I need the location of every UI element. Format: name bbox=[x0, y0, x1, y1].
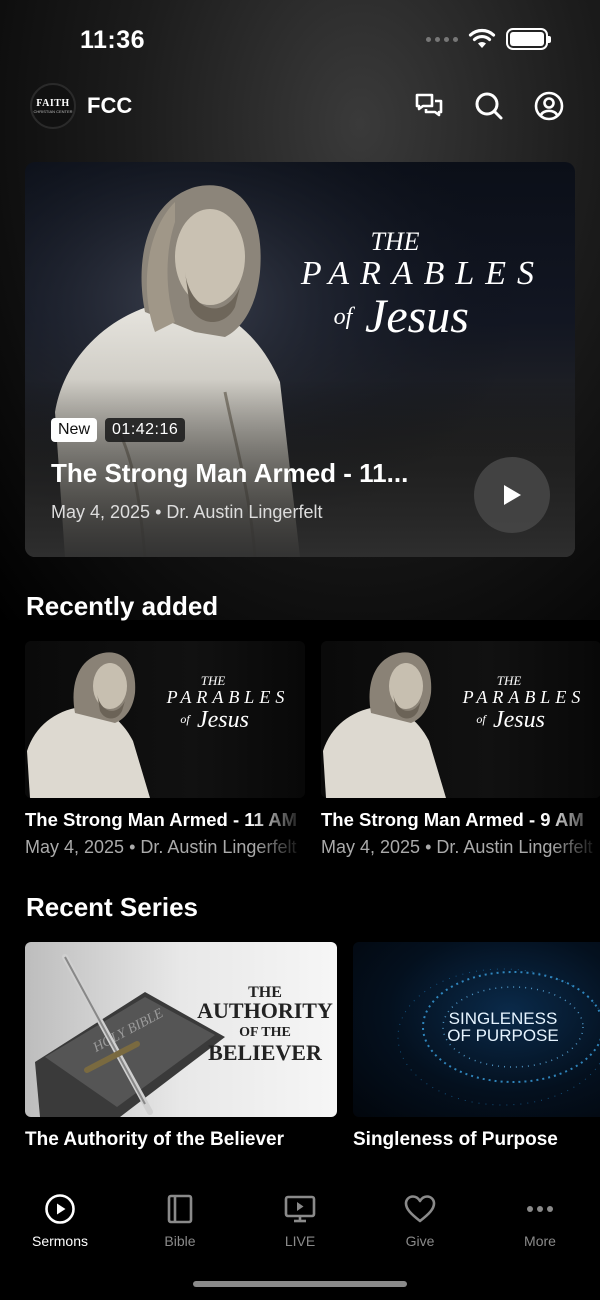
header-actions bbox=[414, 91, 564, 121]
status-time: 11:36 bbox=[80, 26, 146, 54]
thumb-title-parables: PARABLES bbox=[166, 687, 290, 707]
thumb-title-the: THE bbox=[497, 673, 522, 688]
play-icon bbox=[504, 485, 521, 505]
hero-art-title-parables: PARABLES bbox=[300, 255, 545, 292]
logo-subtext: CHRISTIAN CENTER bbox=[33, 109, 73, 114]
sermon-card-title: The Strong Man Armed - 9 AM bbox=[321, 809, 584, 830]
tv-play-icon bbox=[284, 1195, 316, 1223]
series-art-believer: BELIEVER bbox=[208, 1040, 323, 1065]
app-name: FCC bbox=[87, 93, 133, 118]
book-icon bbox=[167, 1194, 193, 1224]
new-badge: New bbox=[51, 418, 98, 442]
tab-more[interactable]: More bbox=[480, 1180, 600, 1300]
thumb-title-of: of bbox=[180, 712, 191, 726]
chat-bubbles-icon[interactable] bbox=[414, 91, 444, 121]
heart-icon bbox=[404, 1195, 436, 1223]
thumb-title-parables: PARABLES bbox=[462, 687, 586, 707]
profile-icon[interactable] bbox=[534, 91, 564, 121]
app-header: FAITH CHRISTIAN CENTER FCC bbox=[30, 83, 564, 129]
logo-text: FAITH bbox=[36, 98, 70, 109]
tab-label-more: More bbox=[524, 1233, 556, 1249]
home-indicator bbox=[193, 1281, 407, 1287]
series-card-title: Singleness of Purpose bbox=[353, 1129, 558, 1150]
church-logo[interactable]: FAITH CHRISTIAN CENTER bbox=[30, 83, 76, 129]
cellular-signal-icon bbox=[426, 36, 458, 42]
sermon-thumbnail: THE PARABLES of Jesus bbox=[25, 641, 305, 798]
hero-badges: New 01:42:16 bbox=[51, 418, 186, 442]
series-thumbnail: SINGLENESS OF PURPOSE bbox=[353, 942, 600, 1117]
ellipsis-icon bbox=[527, 1206, 553, 1212]
status-bar: 11:36 bbox=[0, 0, 600, 80]
search-icon[interactable] bbox=[474, 91, 504, 121]
sermon-card-meta: May 4, 2025 • Dr. Austin Lingerfelt bbox=[25, 837, 297, 857]
tab-label-bible: Bible bbox=[164, 1233, 196, 1249]
sermon-card[interactable]: THE PARABLES of Jesus The Strong Man Arm… bbox=[25, 641, 305, 858]
duration-badge: 01:42:16 bbox=[105, 418, 186, 442]
recently-added-heading: Recently added bbox=[26, 591, 219, 621]
wifi-icon bbox=[468, 28, 496, 48]
thumb-title-of: of bbox=[476, 712, 487, 726]
battery-icon bbox=[506, 28, 551, 50]
recent-series-list[interactable]: HOLY BIBLE THE AUTHORITY OF THE BELIEVER… bbox=[25, 942, 600, 1151]
featured-sermon-card[interactable]: THE PARABLES of Jesus New 01:42:16 The S… bbox=[25, 162, 575, 557]
recently-added-list[interactable]: THE PARABLES of Jesus The Strong Man Arm… bbox=[25, 641, 600, 858]
series-art-authority: AUTHORITY bbox=[197, 998, 333, 1023]
thumb-title-jesus: Jesus bbox=[197, 707, 249, 733]
recent-series-heading: Recent Series bbox=[26, 892, 198, 922]
thumb-title-jesus: Jesus bbox=[493, 707, 545, 733]
hero-art-title-the: THE bbox=[370, 227, 419, 256]
tab-label-live: LIVE bbox=[284, 1233, 316, 1249]
play-circle-icon bbox=[45, 1194, 75, 1224]
hero-title: The Strong Man Armed - 11... bbox=[51, 458, 409, 488]
series-card[interactable]: HOLY BIBLE THE AUTHORITY OF THE BELIEVER… bbox=[25, 942, 337, 1151]
sermon-card[interactable]: THE PARABLES of Jesus The Strong Man Arm… bbox=[321, 641, 600, 858]
series-card-title: The Authority of the Believer bbox=[25, 1129, 284, 1150]
hero-art-title-jesus: Jesus bbox=[365, 290, 469, 343]
series-thumbnail: HOLY BIBLE THE AUTHORITY OF THE BELIEVER bbox=[25, 942, 337, 1117]
status-icons bbox=[426, 28, 551, 50]
thumb-title-the: THE bbox=[201, 673, 226, 688]
tab-label-sermons: Sermons bbox=[31, 1233, 89, 1249]
play-button[interactable] bbox=[474, 457, 550, 533]
series-art-of-purpose: OF PURPOSE bbox=[447, 1026, 558, 1045]
sermon-card-title: The Strong Man Armed - 11 AM bbox=[25, 809, 298, 830]
sermon-thumbnail: THE PARABLES of Jesus bbox=[321, 641, 600, 798]
hero-meta: May 4, 2025 • Dr. Austin Lingerfelt bbox=[51, 502, 323, 522]
series-card[interactable]: SINGLENESS OF PURPOSE Singleness of Purp… bbox=[353, 942, 600, 1151]
tab-sermons[interactable]: Sermons bbox=[0, 1180, 120, 1300]
tab-label-give: Give bbox=[405, 1233, 435, 1249]
sermon-card-meta: May 4, 2025 • Dr. Austin Lingerfelt bbox=[321, 837, 593, 857]
series-art-of-the: OF THE bbox=[239, 1025, 291, 1040]
